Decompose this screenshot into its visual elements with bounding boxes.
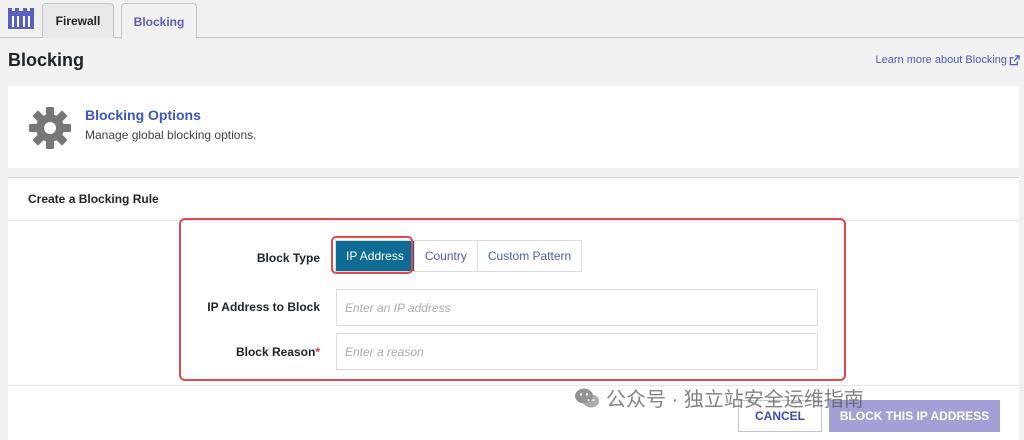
blocking-options-description: Manage global blocking options. (85, 128, 257, 142)
block-type-label: Block Type (256, 251, 320, 265)
tab-firewall[interactable]: Firewall (42, 3, 114, 38)
learn-more-label: Learn more about Blocking (875, 54, 1007, 66)
page-title: Blocking (8, 50, 85, 70)
tab-blocking[interactable]: Blocking (121, 3, 197, 39)
block-type-segmented-control: IP Address Country Custom Pattern (335, 240, 583, 272)
cancel-button[interactable]: CANCEL (738, 400, 822, 432)
firewall-logo-icon (8, 8, 34, 29)
rule-card-divider (8, 385, 1019, 386)
rule-card-title: Create a Blocking Rule (28, 192, 159, 206)
external-link-icon (1009, 54, 1020, 65)
block-ip-address-button[interactable]: BLOCK THIS IP ADDRESS (829, 400, 1000, 432)
ip-address-label: IP Address to Block (207, 300, 320, 314)
gear-icon (29, 107, 71, 149)
ip-address-input[interactable] (336, 289, 818, 326)
blocking-options-card: Blocking Options Manage global blocking … (8, 86, 1019, 168)
blocking-options-link[interactable]: Blocking Options (85, 107, 201, 123)
block-reason-input[interactable] (336, 333, 818, 370)
tab-bar: Firewall Blocking (0, 0, 1024, 39)
block-type-ip-address[interactable]: IP Address (336, 241, 415, 271)
learn-more-link[interactable]: Learn more about Blocking (876, 54, 1020, 66)
block-reason-label: Block Reason* (120, 345, 320, 359)
block-reason-label-text: Block Reason (235, 345, 316, 359)
rule-card-header: Create a Blocking Rule (8, 178, 1019, 221)
block-type-custom-pattern[interactable]: Custom Pattern (478, 241, 581, 271)
required-mark: * (315, 345, 320, 359)
block-type-country[interactable]: Country (415, 241, 478, 271)
